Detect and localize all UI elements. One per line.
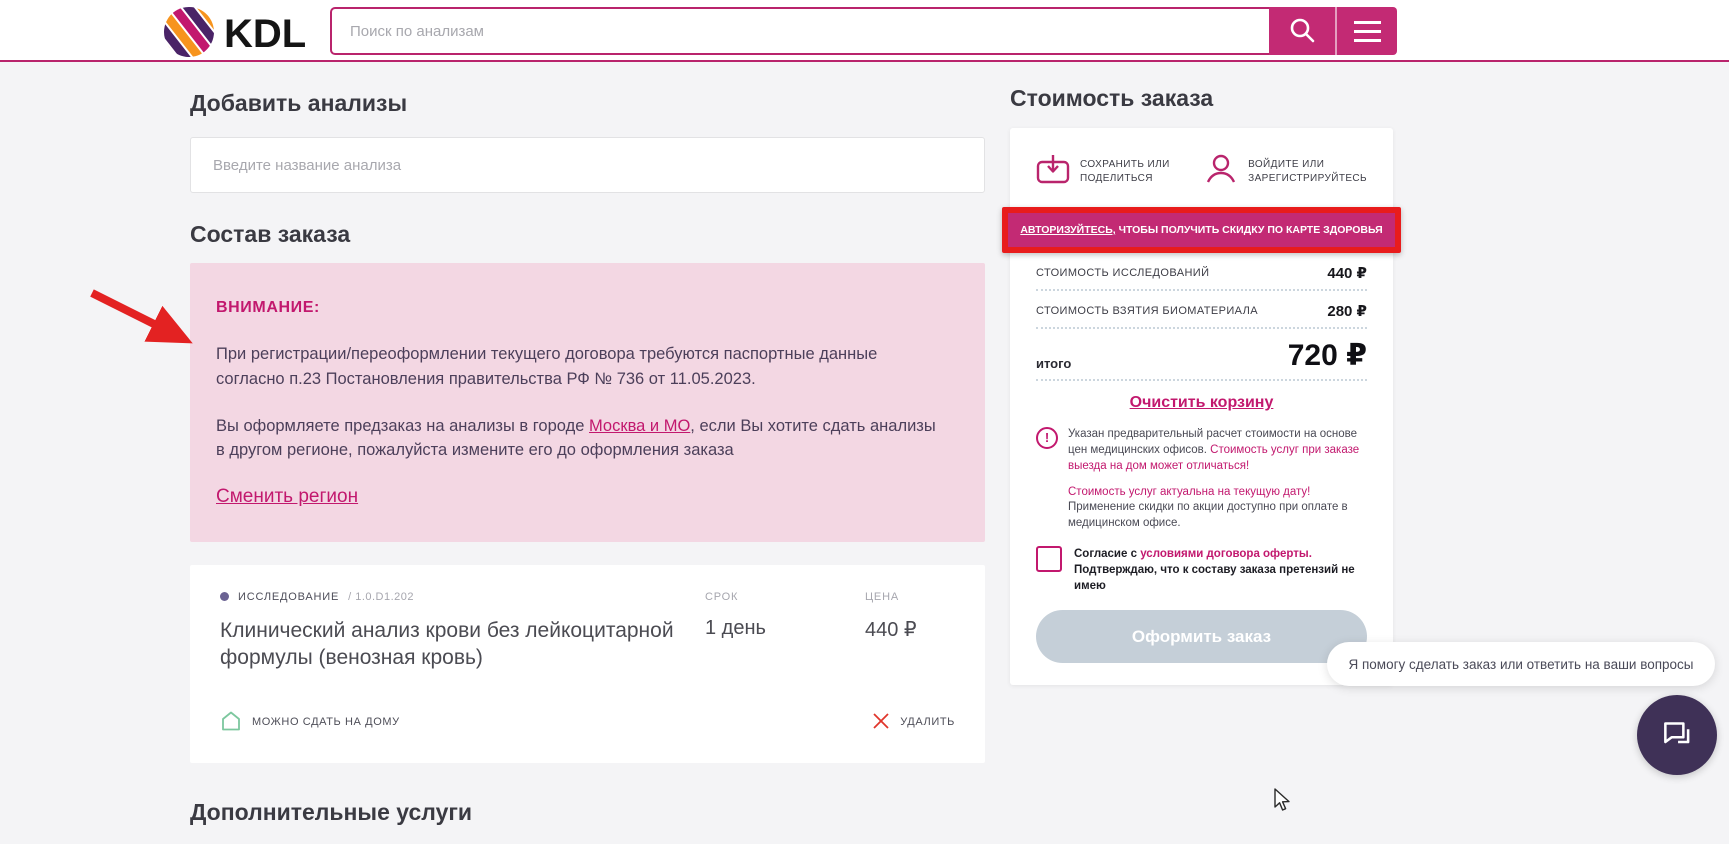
save-share-icon [1036, 154, 1070, 189]
warning-title: ВНИМАНИЕ: [216, 296, 945, 320]
annotation-arrow-icon [86, 285, 196, 359]
note2-accent: Стоимость услуг актуальна на текущую дат… [1068, 486, 1310, 498]
chat-bubble-icon [1659, 715, 1695, 756]
search-button[interactable] [1269, 7, 1335, 55]
save-or-share-label: СОХРАНИТЬ ИЛИ ПОДЕЛИТЬСЯ [1080, 158, 1180, 185]
preliminary-cost-note: ! Указан предварительный расчет стоимост… [1036, 427, 1367, 475]
login-or-register-button[interactable]: ВОЙДИТЕ ИЛИ ЗАРЕГИСТРИРУЙТЕСЬ [1204, 152, 1367, 191]
additional-services-title: Дополнительные услуги [190, 799, 985, 826]
add-analysis-box [190, 137, 985, 193]
hamburger-icon [1354, 21, 1381, 42]
cost-label: СТОИМОСТЬ ИССЛЕДОВАНИЙ [1036, 267, 1209, 279]
agreement-checkbox[interactable] [1036, 546, 1062, 572]
cost-label: СТОИМОСТЬ ВЗЯТИЯ БИОМАТЕРИАЛА [1036, 305, 1258, 317]
change-region-link[interactable]: Сменить регион [216, 483, 358, 512]
item-name: Клинический анализ крови без лейкоцитарн… [220, 617, 705, 672]
offer-terms-link[interactable]: условиями договора оферты. [1140, 548, 1312, 560]
login-or-register-label: ВОЙДИТЕ ИЛИ ЗАРЕГИСТРИРУЙТЕСЬ [1248, 158, 1367, 185]
note2-normal: Применение скидки по акции доступно при … [1068, 501, 1348, 529]
add-analysis-input[interactable] [213, 157, 962, 174]
research-bullet-icon [220, 592, 229, 601]
warning-paragraph-1: При регистрации/переоформлении текущего … [216, 342, 945, 392]
search-icon [1288, 16, 1316, 47]
add-analyses-title: Добавить анализы [190, 90, 985, 117]
term-column-label: СРОК [705, 591, 865, 603]
delete-x-icon [872, 712, 890, 733]
cost-row-biomaterial: СТОИМОСТЬ ВЗЯТИЯ БИОМАТЕРИАЛА 280 ₽ [1036, 291, 1367, 329]
warning-p2-before: Вы оформляете предзаказ на анализы в гор… [216, 417, 589, 435]
header: KDL [0, 0, 1729, 62]
agreement-text: Согласие с условиями договора оферты. По… [1074, 546, 1367, 594]
menu-button[interactable] [1335, 7, 1397, 55]
item-price: 440 ₽ [865, 617, 955, 672]
current-date-note: Стоимость услуг актуальна на текущую дат… [1068, 485, 1367, 533]
authorize-link[interactable]: АВТОРИЗУЙТЕСЬ, [1020, 224, 1115, 236]
order-cost-title: Стоимость заказа [1010, 85, 1393, 112]
logo-text: KDL [224, 12, 306, 57]
order-item-card: ИССЛЕДОВАНИЕ / 1.0.D1.202 СРОК ЦЕНА Клин… [190, 565, 985, 763]
save-or-share-button[interactable]: СОХРАНИТЬ ИЛИ ПОДЕЛИТЬСЯ [1036, 152, 1180, 191]
total-label: итого [1036, 356, 1071, 371]
note1-text: Указан предварительный расчет стоимости … [1068, 427, 1367, 475]
home-collection-label: МОЖНО СДАТЬ НА ДОМУ [252, 716, 400, 728]
chat-button[interactable] [1637, 695, 1717, 775]
item-term: 1 день [705, 617, 865, 672]
chat-tooltip: Я помогу сделать заказ или ответить на в… [1327, 642, 1715, 686]
agree-normal: Согласие с [1074, 548, 1140, 560]
order-contents-title: Состав заказа [190, 221, 985, 248]
item-code: / 1.0.D1.202 [348, 591, 414, 603]
price-column-label: ЦЕНА [865, 591, 955, 603]
item-type-label: ИССЛЕДОВАНИЕ [238, 591, 339, 603]
total-value: 720 ₽ [1288, 341, 1367, 371]
agreement-row: Согласие с условиями договора оферты. По… [1036, 546, 1367, 594]
warning-exclamation-icon: ! [1036, 427, 1058, 449]
delete-item-button[interactable]: УДАЛИТЬ [872, 712, 955, 733]
agree-bold: Подтверждаю, что к составу заказа претен… [1074, 564, 1355, 592]
search-input[interactable] [330, 7, 1269, 55]
kdl-logo-icon [163, 6, 215, 63]
home-icon [220, 710, 242, 735]
kdl-logo[interactable]: KDL [163, 6, 306, 63]
region-link[interactable]: Москва и МО [589, 417, 690, 435]
cost-value: 440 ₽ [1327, 264, 1367, 282]
mouse-cursor-icon [1272, 788, 1294, 817]
authorize-rest: ЧТОБЫ ПОЛУЧИТЬ СКИДКУ ПО КАРТЕ ЗДОРОВЬЯ [1116, 224, 1383, 236]
cost-value: 280 ₽ [1327, 302, 1367, 320]
user-icon [1204, 152, 1238, 191]
item-meta: ИССЛЕДОВАНИЕ / 1.0.D1.202 [220, 591, 705, 603]
cost-row-research: СТОИМОСТЬ ИССЛЕДОВАНИЙ 440 ₽ [1036, 253, 1367, 291]
order-summary-column: Стоимость заказа СОХРАНИТЬ ИЛИ ПОДЕЛИТЬС… [1010, 85, 1393, 685]
warning-banner: ВНИМАНИЕ: При регистрации/переоформлении… [190, 263, 985, 542]
authorize-discount-banner[interactable]: АВТОРИЗУЙТЕСЬ, ЧТОБЫ ПОЛУЧИТЬ СКИДКУ ПО … [1008, 213, 1395, 247]
place-order-button[interactable]: Оформить заказ [1036, 610, 1367, 663]
home-collection-badge: МОЖНО СДАТЬ НА ДОМУ [220, 710, 400, 735]
clear-cart-link[interactable]: Очистить корзину [1130, 394, 1274, 411]
total-row: итого 720 ₽ [1036, 329, 1367, 381]
warning-paragraph-2: Вы оформляете предзаказ на анализы в гор… [216, 414, 945, 464]
annotation-highlight-box: АВТОРИЗУЙТЕСЬ, ЧТОБЫ ПОЛУЧИТЬ СКИДКУ ПО … [1002, 207, 1401, 253]
delete-label: УДАЛИТЬ [900, 716, 955, 728]
order-summary-card: СОХРАНИТЬ ИЛИ ПОДЕЛИТЬСЯ ВОЙДИТЕ ИЛИ ЗАР… [1010, 128, 1393, 685]
header-search-group [330, 7, 1397, 55]
main-column: Добавить анализы Состав заказа ВНИМАНИЕ:… [190, 80, 985, 844]
